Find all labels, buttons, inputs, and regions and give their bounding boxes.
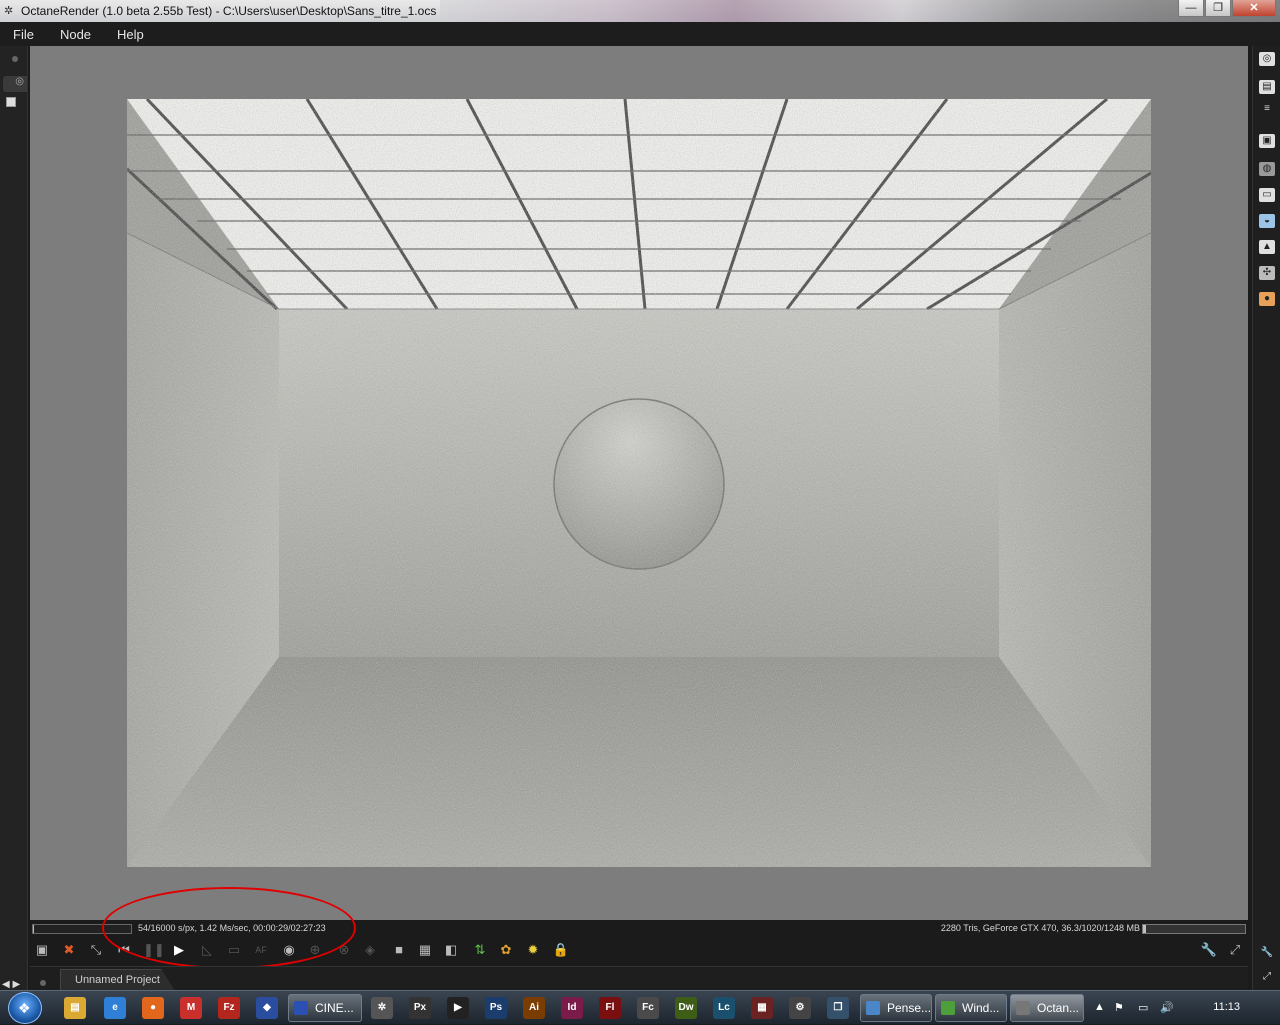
- project-tab-bar: Unnamed Project: [30, 966, 1248, 991]
- taskbar-clock[interactable]: 11:13: [1213, 1001, 1240, 1013]
- lock-icon[interactable]: 🔒: [552, 941, 570, 959]
- filezilla-icon[interactable]: Fz: [218, 997, 240, 1019]
- fireworks-icon[interactable]: Fc: [637, 997, 659, 1019]
- cinema4d-icon: [294, 1001, 308, 1015]
- gmail-icon[interactable]: M: [180, 997, 202, 1019]
- menu-node[interactable]: Node: [47, 27, 104, 42]
- system-tray: ▲ ⚑ ▭ 🔊 11:13: [1090, 991, 1280, 1025]
- menu-file[interactable]: File: [0, 27, 47, 42]
- save-render-icon[interactable]: ▣: [33, 941, 51, 959]
- action-center-flag-icon[interactable]: ⚑: [1114, 1001, 1124, 1014]
- right-toolbar: ◎ ▤ ≡ ▣ ◍ ▭ ◒ ▲ ✣ ● 🔧 ⤢: [1252, 46, 1280, 990]
- wrench-icon[interactable]: 🔧: [1200, 941, 1218, 959]
- ie-icon[interactable]: e: [104, 997, 126, 1019]
- network-icon[interactable]: ▭: [1138, 1001, 1148, 1014]
- settings-wrench-icon[interactable]: 🔧: [1259, 946, 1275, 960]
- task-octane[interactable]: Octan...: [1010, 994, 1084, 1022]
- archive-icon[interactable]: ▦: [751, 997, 773, 1019]
- render-image[interactable]: [127, 99, 1151, 867]
- dreamweaver-icon[interactable]: Dw: [675, 997, 697, 1019]
- windows-live-icon: [941, 1001, 955, 1015]
- left-panel-strip: ◎ ◀ ▶: [0, 46, 28, 990]
- layers-icon[interactable]: ▤: [1259, 80, 1275, 94]
- close-button[interactable]: ✕: [1232, 0, 1276, 17]
- image-icon[interactable]: ▣: [1259, 134, 1275, 148]
- texture-icon[interactable]: ▲: [1259, 240, 1275, 254]
- task-windows-live[interactable]: Wind...: [935, 994, 1007, 1022]
- illustrator-icon[interactable]: Ai: [523, 997, 545, 1019]
- window-title: OctaneRender (1.0 beta 2.55b Test) - C:\…: [21, 4, 437, 18]
- octane-app-icon: ✲: [4, 5, 14, 17]
- fullscreen-icon[interactable]: ⤢: [1226, 941, 1244, 959]
- camera-settings-icon[interactable]: ◎: [1259, 52, 1275, 66]
- list-icon[interactable]: ≡: [1259, 102, 1275, 114]
- alpha-channel-icon[interactable]: ■: [390, 941, 408, 959]
- kernel-icon[interactable]: ✣: [1259, 266, 1275, 280]
- red-annotation-ellipse: [102, 887, 356, 969]
- window-titlebar: ✲ OctaneRender (1.0 beta 2.55b Test) - C…: [0, 0, 1280, 22]
- pixel-icon[interactable]: Px: [409, 997, 431, 1019]
- node-inspector-tab[interactable]: ◎: [3, 76, 27, 92]
- task-pense[interactable]: Pense...: [860, 994, 932, 1022]
- indesign-icon[interactable]: Id: [561, 997, 583, 1019]
- material-icon[interactable]: ●: [1259, 292, 1275, 306]
- rendered-room-scene: [127, 99, 1151, 867]
- sun-icon[interactable]: ✹: [524, 941, 542, 959]
- task-label: Pense...: [887, 1001, 932, 1015]
- tab-unnamed-project[interactable]: Unnamed Project: [60, 969, 175, 991]
- explorer-icon[interactable]: ▤: [64, 997, 86, 1019]
- minimize-button[interactable]: —: [1178, 0, 1204, 17]
- expand-icon[interactable]: ⤢: [1259, 970, 1275, 984]
- maximize-button[interactable]: ❐: [1205, 0, 1231, 17]
- media-player-icon[interactable]: ▶: [447, 997, 469, 1019]
- memory-usage-bar: [1142, 924, 1246, 934]
- octane-task-icon: [1016, 1001, 1030, 1015]
- window-app-icon[interactable]: ❐: [827, 997, 849, 1019]
- environment-icon[interactable]: ◒: [1259, 214, 1275, 228]
- octane-launcher-icon[interactable]: ✲: [371, 997, 393, 1019]
- collapsed-panel-icon[interactable]: [6, 97, 16, 107]
- windows-logo-icon: ❖: [18, 1000, 31, 1016]
- checker-icon[interactable]: ▦: [416, 941, 434, 959]
- cancel-render-icon[interactable]: ✖: [60, 941, 78, 959]
- tray-expand-icon[interactable]: ▲: [1094, 1001, 1105, 1013]
- overlay-icon[interactable]: ◧: [442, 941, 460, 959]
- start-button[interactable]: ❖: [8, 992, 42, 1024]
- render-viewport[interactable]: [30, 46, 1248, 920]
- flash-icon[interactable]: Fl: [599, 997, 621, 1019]
- tab-bar-dot: [40, 980, 46, 986]
- task-label: CINE...: [315, 1001, 354, 1015]
- import-icon[interactable]: ⇅: [471, 941, 489, 959]
- gear-app-icon[interactable]: ⚙: [789, 997, 811, 1019]
- pense-icon: [866, 1001, 880, 1015]
- imager-icon[interactable]: ◍: [1259, 162, 1275, 176]
- recenter-view-icon[interactable]: ⤡: [87, 941, 105, 959]
- film-icon[interactable]: ▭: [1259, 188, 1275, 202]
- menu-help[interactable]: Help: [104, 27, 157, 42]
- palette-icon[interactable]: ✿: [497, 941, 515, 959]
- livecycle-icon[interactable]: Lc: [713, 997, 735, 1019]
- menu-bar: File Node Help: [0, 22, 1280, 46]
- task-cinema4d[interactable]: CINE...: [288, 994, 362, 1022]
- photoshop-icon[interactable]: Ps: [485, 997, 507, 1019]
- desktop-background-strip: [440, 0, 1280, 22]
- panel-scroll-arrows[interactable]: ◀ ▶: [2, 979, 20, 990]
- panel-dot: [12, 56, 18, 62]
- task-label: Octan...: [1037, 1001, 1080, 1015]
- volume-icon[interactable]: 🔊: [1160, 1001, 1174, 1014]
- windows-taskbar: ❖ ▤ e ● M Fz ◆ CINE... ✲ Px ▶ Ps Ai Id F…: [0, 990, 1280, 1024]
- material-picker-icon[interactable]: ◈: [361, 941, 379, 959]
- scene-stats-text: 2280 Tris, GeForce GTX 470, 36.3/1020/12…: [940, 923, 1140, 933]
- task-label: Wind...: [962, 1001, 1000, 1015]
- firefox-icon[interactable]: ●: [142, 997, 164, 1019]
- app-icon[interactable]: ◆: [256, 997, 278, 1019]
